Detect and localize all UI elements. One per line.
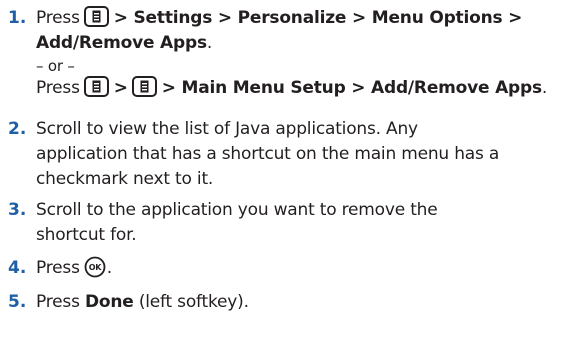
step-5-line-1: Press Done (left softkey). [36, 290, 581, 315]
press-word: Press [36, 8, 80, 28]
menu-path-1-end: Add/Remove Apps [36, 33, 207, 53]
step-2-text: Scroll to view the list of Java applicat… [36, 117, 581, 192]
menu-key-icon [83, 6, 109, 27]
period: . [206, 33, 213, 53]
step-number: 5. [8, 292, 27, 312]
or-separator: – or – [36, 57, 75, 75]
step-number: 4. [8, 258, 27, 278]
step-4-text: Press OK. [36, 256, 581, 281]
step-number: 3. [8, 200, 27, 220]
softkey-note: (left softkey). [138, 292, 249, 312]
menu-key-icon [83, 76, 109, 97]
step-5-text: Press Done (left softkey). [36, 290, 581, 315]
step-1-line-4: Press > > Main Menu Setup > Add/Remove App… [36, 76, 581, 101]
step-1-or: – or – [36, 56, 581, 76]
step-number: 1. [8, 8, 27, 28]
instructions-page: 1. Press > Settings > Personalize > Menu … [0, 0, 583, 345]
step-number: 2. [8, 119, 27, 139]
step-2-line-3: checkmark next to it. [36, 169, 214, 189]
menu-path-1: > Settings > Personalize > Menu Options … [113, 8, 523, 28]
press-word: Press [36, 78, 80, 98]
ok-key-icon: OK [84, 256, 106, 278]
step-1-line-2: Add/Remove Apps. [36, 31, 581, 56]
step-2-line-2: application that has a shortcut on the m… [36, 144, 500, 164]
step-1-text: Press > Settings > Personalize > Menu Opt… [36, 6, 581, 101]
step-3-line-1: Scroll to the application you want to re… [36, 200, 438, 220]
step-3-text: Scroll to the application you want to re… [36, 198, 581, 248]
step-1-line-1: Press > Settings > Personalize > Menu Opt… [36, 6, 581, 31]
path-separator: > [113, 78, 128, 98]
press-word: Press [36, 292, 80, 312]
press-word: Press [36, 258, 80, 278]
step-4-line-1: Press OK. [36, 256, 581, 281]
period: . [541, 78, 548, 98]
step-2-line-1: Scroll to view the list of Java applicat… [36, 119, 418, 139]
period: . [106, 258, 112, 278]
done-softkey-label: Done [84, 292, 134, 312]
menu-key-icon [131, 76, 157, 97]
step-3-line-2: shortcut for. [36, 225, 137, 245]
menu-path-2: > Main Menu Setup > Add/Remove Apps [161, 78, 542, 98]
svg-text:OK: OK [88, 263, 102, 272]
